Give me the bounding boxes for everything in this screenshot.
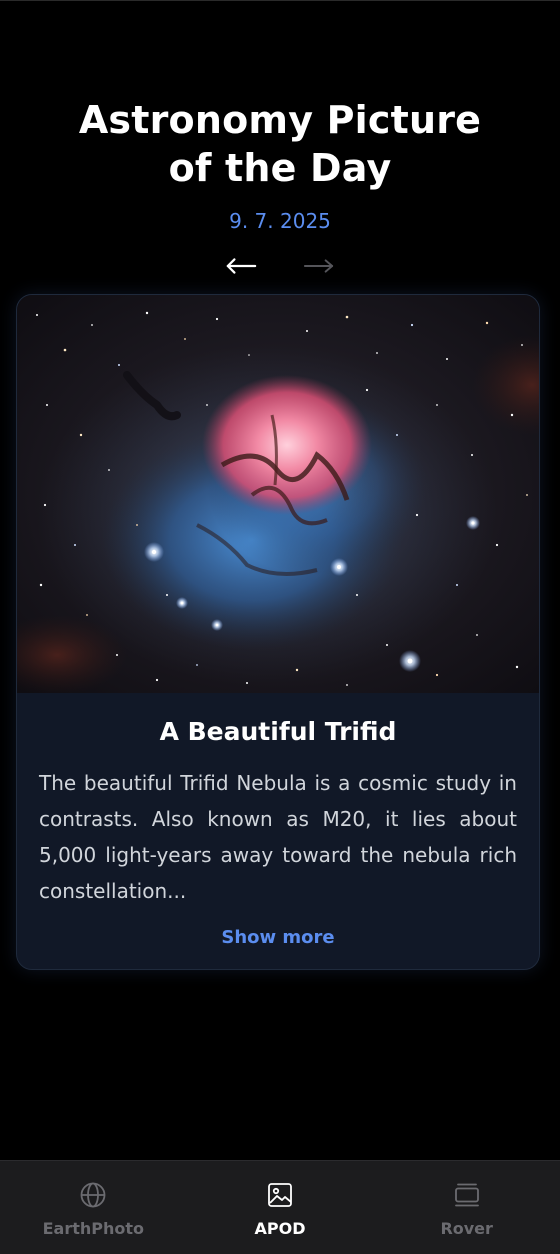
- nav-label-apod: APOD: [254, 1219, 306, 1238]
- bottom-navigation: EarthPhoto APOD Rover: [0, 1160, 560, 1254]
- apod-title: A Beautiful Trifid: [159, 717, 397, 746]
- page-title: Astronomy Picture of the Day: [0, 96, 560, 192]
- show-more-button[interactable]: Show more: [213, 923, 342, 952]
- apod-card-body: A Beautiful Trifid The beautiful Trifid …: [17, 693, 539, 952]
- nav-item-earthphoto[interactable]: EarthPhoto: [0, 1161, 187, 1254]
- globe-icon: [80, 1182, 106, 1208]
- gallery-icon: [454, 1183, 479, 1207]
- nav-label-rover: Rover: [440, 1219, 493, 1238]
- nav-label-earthphoto: EarthPhoto: [42, 1219, 145, 1238]
- apod-description: The beautiful Trifid Nebula is a cosmic …: [39, 771, 517, 903]
- next-day-button[interactable]: [303, 250, 335, 282]
- arrow-right-icon: [303, 259, 334, 273]
- apod-image[interactable]: [17, 295, 540, 693]
- page-title-line-2: of the Day: [168, 146, 392, 190]
- arrow-left-icon: [226, 258, 257, 274]
- nav-item-apod[interactable]: APOD: [187, 1161, 374, 1254]
- picture-date: 9. 7. 2025: [229, 209, 331, 233]
- page-title-line-1: Astronomy Picture: [78, 98, 482, 142]
- previous-day-button[interactable]: [225, 250, 257, 282]
- page-header: Astronomy Picture of the Day 9. 7. 2025: [0, 96, 560, 234]
- top-divider: [0, 0, 560, 1]
- date-navigation: [0, 250, 560, 282]
- apod-card: A Beautiful Trifid The beautiful Trifid …: [16, 294, 540, 970]
- nav-item-rover[interactable]: Rover: [373, 1161, 560, 1254]
- image-icon: [268, 1183, 292, 1207]
